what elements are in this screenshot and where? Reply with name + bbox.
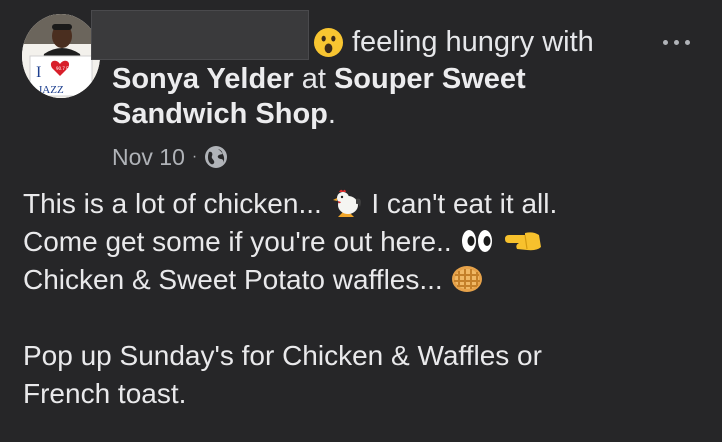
eyes-emoji: [462, 230, 493, 252]
post-meta: Nov 10 ·: [112, 141, 228, 173]
post-card: I 90.7 FM JAZZ feeling hungry with Sonya…: [0, 0, 722, 442]
body-line-1a: This is a lot of chicken...: [23, 188, 322, 219]
status-line: feeling hungry with: [313, 22, 594, 62]
body-line-3-text: Chicken & Sweet Potato waffles...: [23, 264, 443, 295]
astonished-face-emoji: [313, 27, 344, 57]
tagged-person-link[interactable]: Sonya Yelder: [112, 63, 294, 95]
body-line-5: French toast.: [23, 378, 187, 409]
redacted-name: [91, 10, 309, 60]
body-line-1b: I can't eat it all.: [371, 188, 558, 219]
post-date[interactable]: Nov 10: [112, 144, 185, 171]
body-line-1: This is a lot of chicken... I can't eat …: [23, 185, 713, 223]
avatar-letter: I: [36, 64, 41, 81]
place-period: .: [327, 98, 336, 130]
body-line-3: Chicken & Sweet Potato waffles...: [23, 261, 713, 299]
more-options-icon[interactable]: [663, 34, 703, 50]
place-link-line1[interactable]: Souper Sweet: [334, 63, 526, 95]
body-line-2-text: Come get some if you're out here..: [23, 226, 452, 257]
avatar-heart-text: 90.7 FM: [56, 66, 72, 71]
post-body: This is a lot of chicken... I can't eat …: [23, 185, 713, 413]
waffle-emoji: [452, 266, 483, 292]
body-line-4: Pop up Sunday's for Chicken & Waffles or: [23, 340, 542, 371]
body-line-2: Come get some if you're out here..: [23, 223, 713, 261]
rooster-emoji: [332, 189, 361, 217]
at-word: at: [301, 63, 326, 95]
globe-icon[interactable]: [204, 145, 228, 169]
avatar-jazz-text: JAZZ: [38, 84, 64, 96]
status-text: feeling hungry with: [352, 25, 594, 58]
pointing-left-emoji: [505, 232, 542, 251]
place-link-line2[interactable]: Sandwich Shop: [112, 98, 328, 130]
tagged-line: Sonya Yelder at Souper Sweet Sandwich Sh…: [112, 62, 672, 132]
date-separator: ·: [191, 148, 198, 165]
profile-avatar[interactable]: I 90.7 FM JAZZ: [22, 14, 100, 98]
